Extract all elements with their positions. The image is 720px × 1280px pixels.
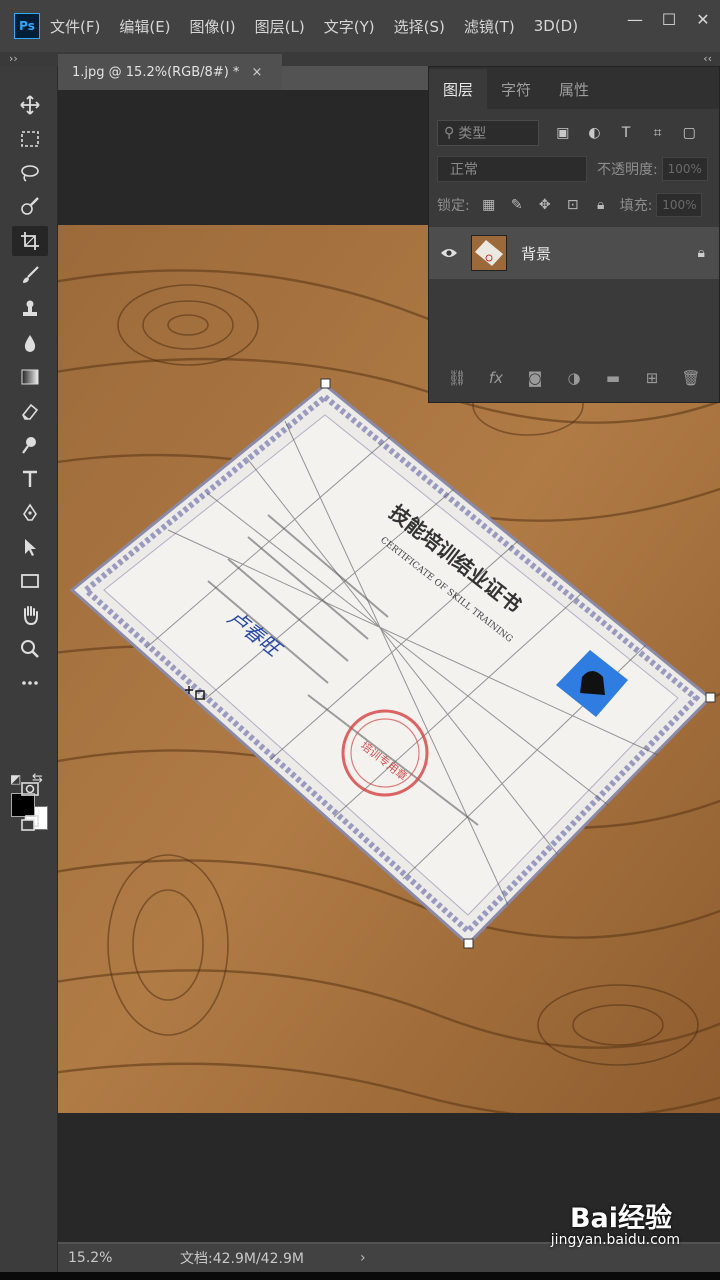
fill-label: 填充: [619,198,653,214]
opacity-field[interactable]: 100% [661,157,708,181]
menu-filter[interactable]: 滤镜(T) [464,16,515,37]
dodge-tool-icon[interactable] [12,430,48,460]
filter-shape-icon[interactable]: ⌗ [648,123,668,143]
rectangle-tool-icon[interactable] [12,566,48,596]
lock-all-icon[interactable]: 🔒︎ [592,196,610,214]
gradient-tool-icon[interactable] [12,362,48,392]
layers-panel-footer: ⛓ fx ◙ ◑ ▬ ⊞ 🗑︎ [429,363,719,393]
document-tab[interactable]: 1.jpg @ 15.2%(RGB/8#) * × [58,54,282,90]
lock-row: 锁定: ▦ ✎ ✥ ⊡ 🔒︎ 填充: 100% [429,187,719,223]
more-tools-icon[interactable] [12,668,48,698]
document-title: 1.jpg @ 15.2%(RGB/8#) * [72,64,240,80]
new-group-icon[interactable]: ▬ [602,369,624,387]
filter-pixel-icon[interactable]: ▣ [553,123,573,143]
adjustment-layer-icon[interactable]: ◑ [563,369,585,387]
move-tool-icon[interactable] [12,90,48,120]
lock-transparency-icon[interactable]: ▦ [480,196,498,214]
stamp-tool-icon[interactable] [12,294,48,324]
layer-thumbnail [471,235,507,271]
delete-layer-icon[interactable]: 🗑︎ [680,369,702,387]
lock-position-icon[interactable]: ✥ [536,196,554,214]
layer-filter-select[interactable]: ⚲ 类型 [437,120,540,146]
screen-mode-icon[interactable] [12,808,48,838]
link-layers-icon[interactable]: ⛓ [446,369,468,387]
quick-mask-icon[interactable] [12,774,48,804]
visibility-eye-icon[interactable] [429,247,469,259]
path-selection-tool-icon[interactable] [12,532,48,562]
new-layer-icon[interactable]: ⊞ [641,369,663,387]
transform-handle-right[interactable] [705,692,716,703]
type-tool-icon[interactable] [12,464,48,494]
add-mask-icon[interactable]: ◙ [524,369,546,387]
zoom-tool-icon[interactable] [12,634,48,664]
layer-row-background[interactable]: 背景 🔒︎ [429,227,719,279]
tab-character[interactable]: 字符 [487,69,545,109]
eraser-tool-icon[interactable] [12,396,48,426]
menu-layer[interactable]: 图层(L) [255,16,305,37]
search-icon: ⚲ [444,125,455,141]
watermark-url: jingyan.baidu.com [550,1232,680,1248]
menu-edit[interactable]: 编辑(E) [119,16,170,37]
pen-tool-icon[interactable] [12,498,48,528]
status-menu-arrow-icon[interactable]: › [360,1250,366,1266]
lock-artboard-icon[interactable]: ⊡ [564,196,582,214]
photoshop-logo: Ps [14,13,40,39]
blur-tool-icon[interactable] [12,328,48,358]
lock-paint-icon[interactable]: ✎ [508,196,526,214]
opacity-label: 不透明度: [597,162,658,178]
transform-handle-bottom[interactable] [463,938,474,949]
layer-filter-row: ⚲ 类型 ▣ ◐ T ⌗ ▢ [429,115,719,151]
crop-tool-icon[interactable] [12,226,48,256]
baidu-jingyan-watermark: Bai经验 jingyan.baidu.com [500,1196,700,1256]
marquee-tool-icon[interactable] [12,124,48,154]
lasso-tool-icon[interactable] [12,158,48,188]
collapse-toolbar-icon[interactable]: ›› [9,52,18,66]
blend-row: 正常 不透明度: 100% [429,151,719,187]
collapse-panels-icon[interactable]: ‹‹ [703,52,712,66]
layer-style-fx-button[interactable]: fx [485,369,507,387]
lock-label: 锁定: [437,198,470,214]
filter-kind-label: 类型 [458,126,487,142]
transform-handle-top[interactable] [320,378,331,389]
zoom-level[interactable]: 15.2% [58,1250,158,1266]
layer-lock-icon: 🔒︎ [697,245,705,261]
filter-smart-object-icon[interactable]: ▢ [679,123,699,143]
panel-tabs: 图层 字符 属性 [429,67,719,109]
menu-file[interactable]: 文件(F) [50,16,100,37]
menu-type[interactable]: 文字(Y) [324,16,375,37]
close-button[interactable]: ✕ [686,6,720,32]
menu-select[interactable]: 选择(S) [394,16,445,37]
watermark-brand: Bai经验 [569,1203,672,1234]
blend-mode-select[interactable]: 正常 [437,156,587,182]
photoshop-window: Ps 文件(F) 编辑(E) 图像(I) 图层(L) 文字(Y) 选择(S) 滤… [0,0,720,1272]
window-controls: — ☐ ✕ [618,6,720,32]
tools-panel: ◩ ⇆ [0,66,58,1272]
tab-layers[interactable]: 图层 [429,69,488,109]
close-document-icon[interactable]: × [251,65,262,80]
filter-type-icon[interactable]: T [616,123,636,143]
brush-tool-icon[interactable] [12,260,48,290]
fill-field[interactable]: 100% [656,193,703,217]
maximize-button[interactable]: ☐ [652,6,686,32]
tab-properties[interactable]: 属性 [545,69,603,109]
layers-panel: 图层 字符 属性 ⚲ 类型 ▣ ◐ T ⌗ ▢ 正常 不透明度: 100% 锁定… [428,66,720,403]
hand-tool-icon[interactable] [12,600,48,630]
quick-selection-tool-icon[interactable] [12,192,48,222]
document-size-info: 文档:42.9M/42.9M [180,1251,304,1267]
minimize-button[interactable]: — [618,6,652,32]
layer-name: 背景 [521,244,552,263]
menu-bar: Ps 文件(F) 编辑(E) 图像(I) 图层(L) 文字(Y) 选择(S) 滤… [0,0,720,52]
filter-adjustment-icon[interactable]: ◐ [585,123,605,143]
menu-3d[interactable]: 3D(D) [534,17,578,35]
menu-image[interactable]: 图像(I) [190,16,236,37]
